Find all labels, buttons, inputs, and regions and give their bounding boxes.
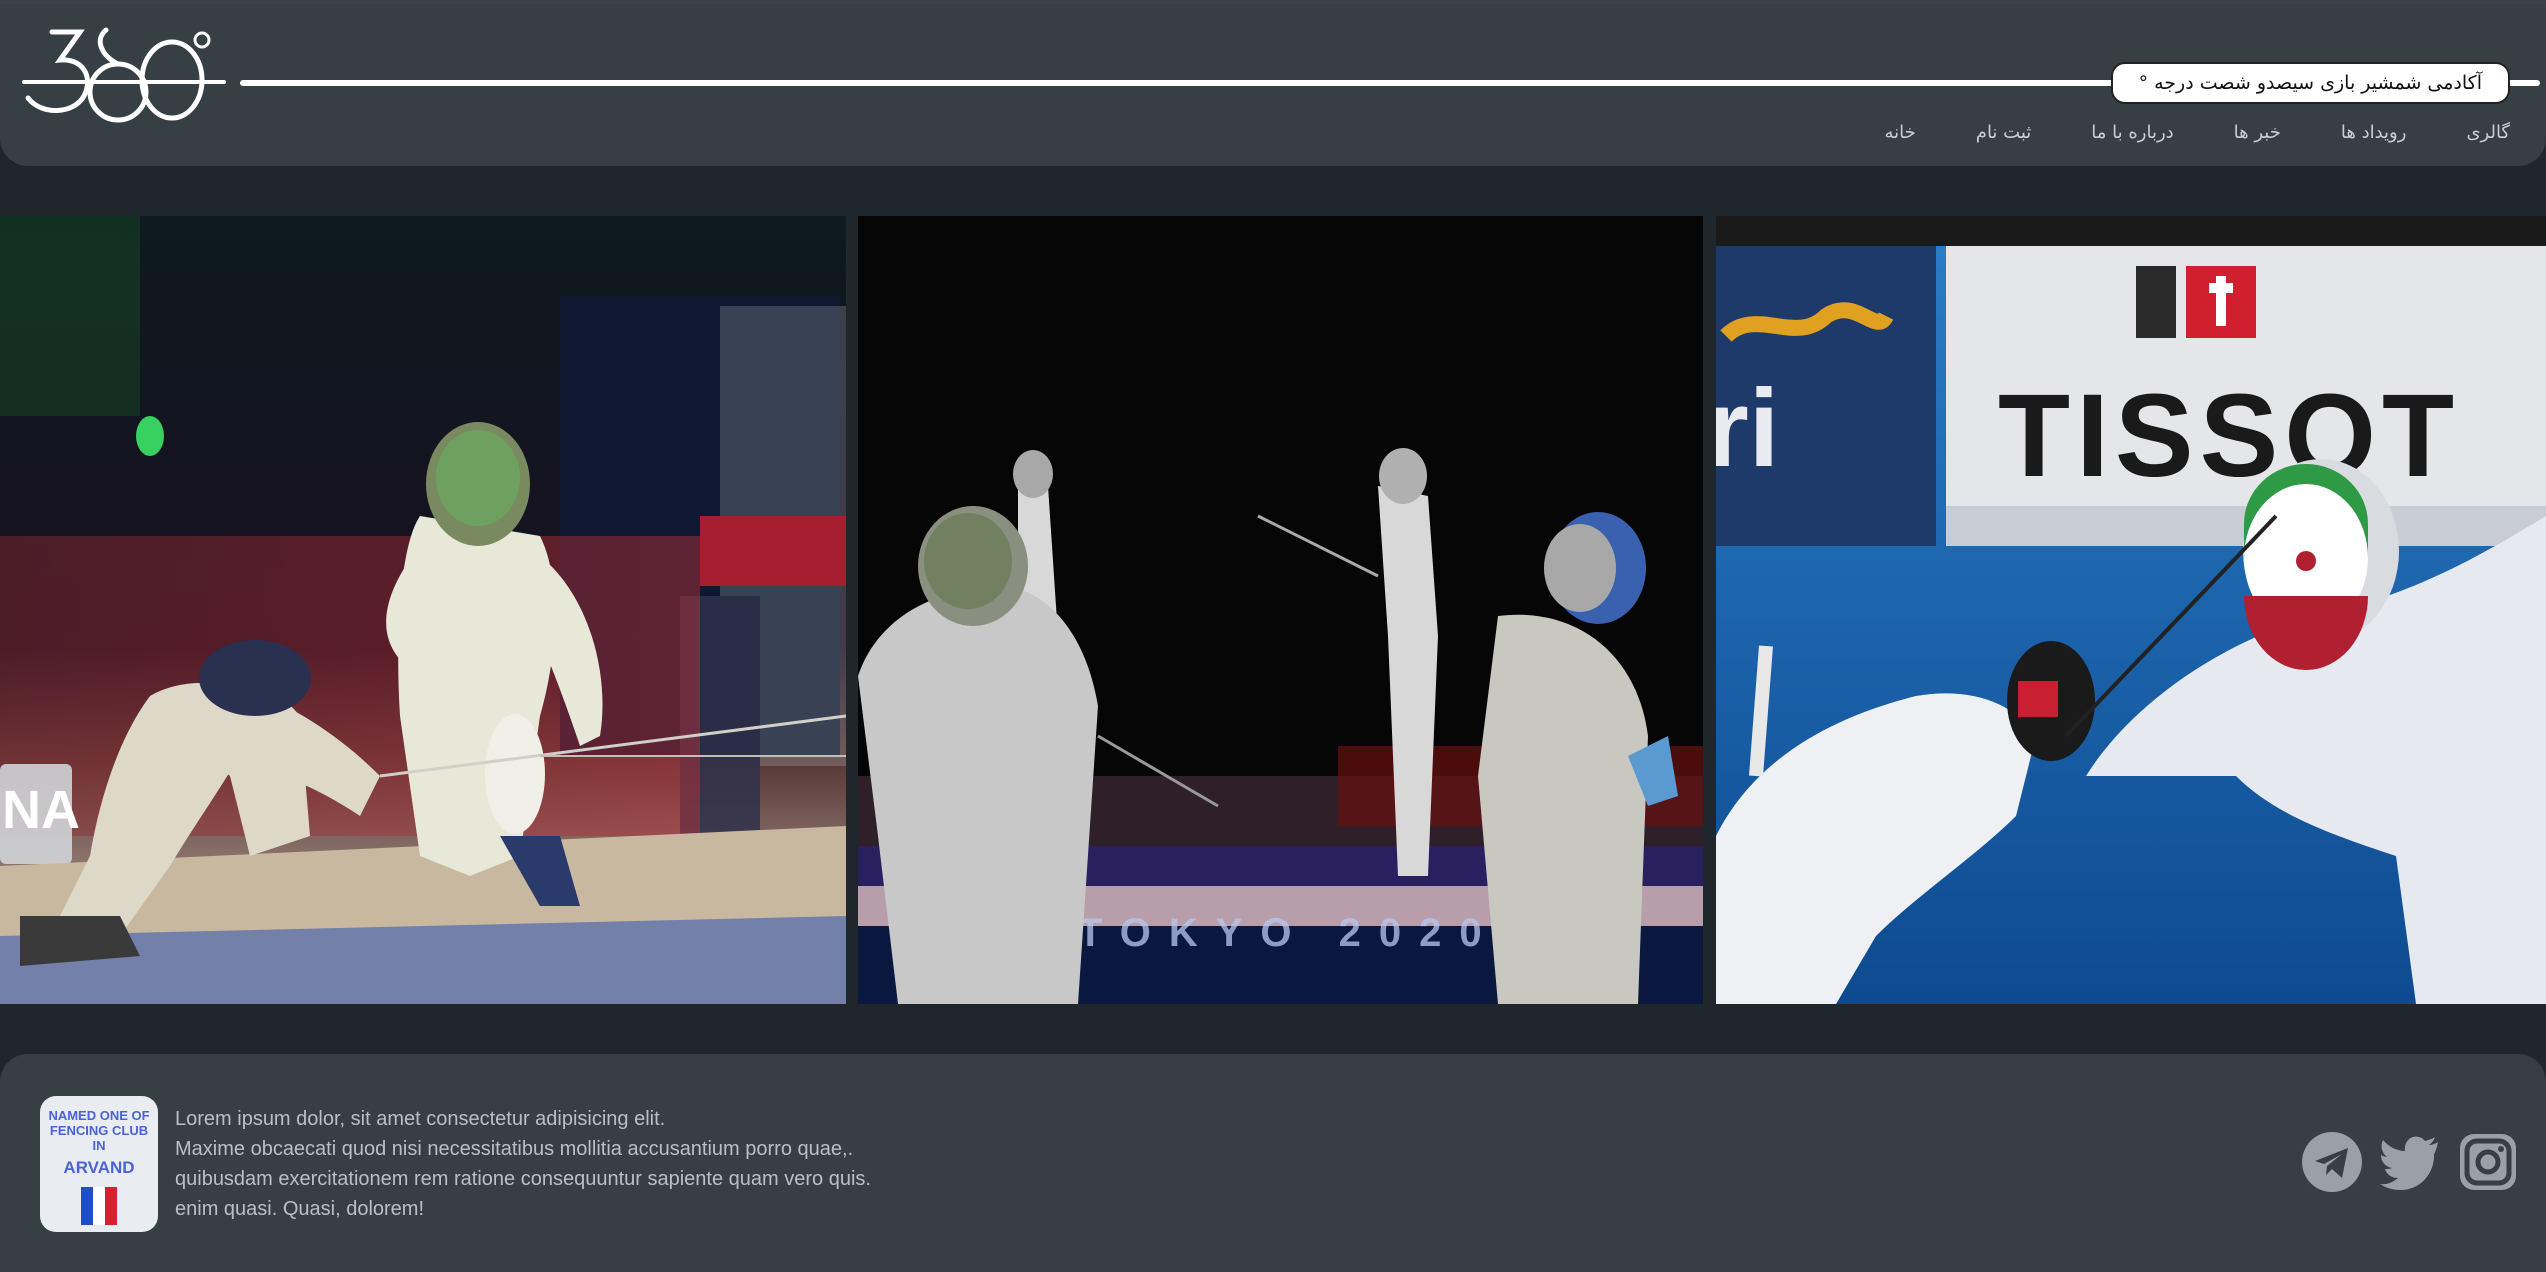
- tissot-sign-text: TISSOT: [1998, 370, 2460, 502]
- nav-item-home[interactable]: خانه: [1885, 122, 1916, 143]
- nav-item-news[interactable]: خبر ها: [2234, 122, 2281, 143]
- site-title: آکادمی شمشیر بازی سیصدو شصت درجه °: [2110, 62, 2510, 104]
- social-links: [2302, 1132, 2518, 1192]
- photo-gallery: NA TOKYO 2020 ri TISSOT: [0, 216, 2546, 1004]
- footer-text-line: Lorem ipsum dolor, sit amet consectetur …: [175, 1108, 666, 1130]
- instagram-icon: [2460, 1134, 2516, 1190]
- nav-item-register[interactable]: ثبت نام: [1976, 122, 2031, 143]
- fencers-lunge-photo: NA: [0, 216, 846, 1004]
- logo-mark: [22, 27, 226, 123]
- logo-360[interactable]: [22, 26, 232, 126]
- site-header: آکادمی شمشیر بازی سیصدو شصت درجه ° خانه …: [0, 4, 2546, 166]
- na-sign-text: NA: [2, 780, 80, 840]
- footer-text-line: quibusdam exercitationem rem ratione con…: [175, 1168, 871, 1190]
- nav-item-about[interactable]: درباره با ما: [2091, 122, 2173, 143]
- fencers-tokyo-photo: TOKYO 2020: [858, 216, 1703, 1004]
- badge-club-name: ARVAND: [63, 1158, 135, 1177]
- gallery-photo-1[interactable]: NA: [0, 216, 846, 1004]
- twitter-icon: [2380, 1136, 2438, 1190]
- instagram-link[interactable]: [2458, 1132, 2518, 1192]
- badge-line-3: IN: [92, 1138, 106, 1153]
- telegram-icon: [2302, 1132, 2362, 1192]
- footer-text-line: Maxime obcaecati quod nisi necessitatibu…: [175, 1138, 854, 1160]
- telegram-link[interactable]: [2302, 1132, 2362, 1192]
- nav-item-events[interactable]: رویداد ها: [2341, 122, 2407, 143]
- twitter-link[interactable]: [2380, 1132, 2440, 1192]
- footer-description: Lorem ipsum dolor, sit amet consectetur …: [175, 1104, 935, 1224]
- badge-line-2: FENCING CLUB: [49, 1123, 149, 1138]
- fencers-iran-tissot-photo: ri TISSOT: [1716, 216, 2546, 1004]
- main-nav: خانه ثبت نام درباره با ما خبر ها رویداد …: [1885, 122, 2510, 143]
- gallery-photo-3[interactable]: ri TISSOT: [1716, 216, 2546, 1004]
- footer-text-line: enim quasi. Quasi, dolorem!: [175, 1198, 425, 1220]
- sponsor-fragment: ri: [1716, 367, 1779, 490]
- nav-item-gallery[interactable]: گالری: [2466, 122, 2510, 143]
- flag-icon: [81, 1187, 117, 1225]
- arvand-badge[interactable]: NAMED ONE OF FENCING CLUB IN ARVAND: [40, 1096, 158, 1232]
- badge-line-1: NAMED ONE OF: [48, 1108, 150, 1123]
- gallery-photo-2[interactable]: TOKYO 2020: [858, 216, 1703, 1004]
- site-footer: NAMED ONE OF FENCING CLUB IN ARVAND Lore…: [0, 1054, 2546, 1272]
- tokyo-floor-text: TOKYO 2020: [1078, 911, 1500, 955]
